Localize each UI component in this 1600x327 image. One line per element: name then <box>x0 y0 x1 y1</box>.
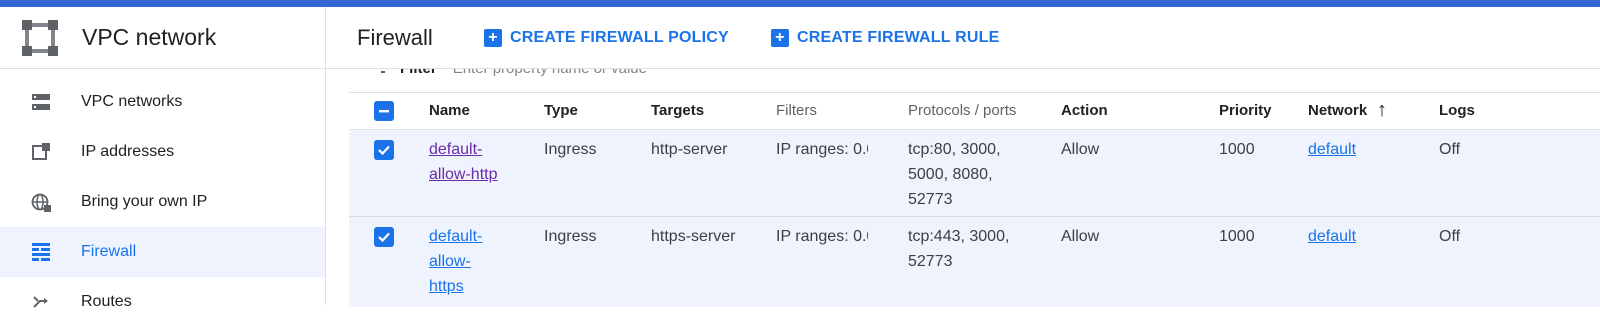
rule-type: Ingress <box>544 228 597 245</box>
routes-icon <box>30 291 52 313</box>
create-firewall-policy-button[interactable]: + CREATE FIREWALL POLICY <box>484 28 729 47</box>
rule-name-line: allow-http <box>429 166 498 183</box>
column-header-protocols: Protocols / ports <box>908 102 1017 119</box>
vpc-network-logo-icon <box>22 19 58 56</box>
globe-icon <box>30 191 52 213</box>
protocols-line: 52773 <box>908 253 953 270</box>
rule-protocols: tcp:443, 3000, 52773 <box>908 224 1009 274</box>
rule-targets: https-server <box>651 228 736 245</box>
sidebar-title: VPC network <box>82 24 217 50</box>
select-all-checkbox[interactable] <box>374 101 394 121</box>
row-checkbox[interactable] <box>374 227 394 247</box>
network-link[interactable]: default <box>1308 137 1356 162</box>
sidebar: VPC network VPC networks IP addresses Br… <box>0 7 326 310</box>
rule-action: Allow <box>1061 228 1100 245</box>
row-checkbox[interactable] <box>374 140 394 160</box>
column-header-targets[interactable]: Targets <box>651 102 704 119</box>
sidebar-item-label: IP addresses <box>81 143 175 160</box>
firewall-icon <box>30 241 52 263</box>
rule-action: Allow <box>1061 141 1100 158</box>
page-title: Firewall <box>357 24 433 50</box>
sidebar-item-vpc-networks[interactable]: VPC networks <box>0 77 325 127</box>
sidebar-item-label: Routes <box>81 293 132 310</box>
sidebar-header: VPC network <box>0 7 325 69</box>
rule-name-line: default- <box>429 141 483 158</box>
add-icon: + <box>770 28 789 47</box>
create-firewall-rule-button[interactable]: + CREATE FIREWALL RULE <box>770 28 1000 47</box>
firewall-rules-table: Name Type Targets Filters Protocols / po… <box>349 92 1600 307</box>
column-header-name[interactable]: Name <box>429 102 470 119</box>
rule-protocols: tcp:80, 3000, 5000, 8080, 52773 <box>908 137 1001 212</box>
column-header-network[interactable]: Network <box>1308 102 1367 119</box>
protocols-line: 5000, 8080, <box>908 166 993 183</box>
create-firewall-policy-label: CREATE FIREWALL POLICY <box>510 28 729 46</box>
add-icon: + <box>484 28 502 47</box>
rule-name-line: default- <box>429 228 483 245</box>
network-link[interactable]: default <box>1308 224 1356 249</box>
indeterminate-icon <box>379 110 389 113</box>
column-header-action[interactable]: Action <box>1061 102 1108 119</box>
rule-name-link[interactable]: default- allow- https <box>429 224 482 299</box>
top-accent-bar <box>0 0 1600 7</box>
rule-name-link[interactable]: default- allow-http <box>429 137 497 187</box>
sort-ascending-icon[interactable]: ↑ <box>1377 99 1387 122</box>
rule-logs: Off <box>1439 141 1461 158</box>
vpc-networks-icon <box>30 91 52 113</box>
column-header-logs[interactable]: Logs <box>1439 102 1475 119</box>
rule-priority: 1000 <box>1219 141 1255 158</box>
page-header: Firewall + CREATE FIREWALL POLICY + CREA… <box>326 7 1600 69</box>
sidebar-item-label: Bring your own IP <box>81 193 208 210</box>
protocols-line: 52773 <box>908 191 953 208</box>
sidebar-item-firewall[interactable]: Firewall <box>0 227 325 277</box>
column-header-priority[interactable]: Priority <box>1219 102 1272 119</box>
column-header-type[interactable]: Type <box>544 102 578 119</box>
create-firewall-rule-label: CREATE FIREWALL RULE <box>796 28 1000 46</box>
protocols-line: tcp:80, 3000, <box>908 141 1001 158</box>
sidebar-item-label: VPC networks <box>81 93 183 110</box>
table-header-row: Name Type Targets Filters Protocols / po… <box>349 92 1600 130</box>
rule-priority: 1000 <box>1219 228 1255 245</box>
rule-type: Ingress <box>544 141 597 158</box>
rule-targets: http-server <box>651 141 728 158</box>
ip-addresses-icon <box>30 141 52 163</box>
rule-name-line: allow- <box>429 253 471 270</box>
sidebar-item-bring-your-own-ip[interactable]: Bring your own IP <box>0 177 325 227</box>
sidebar-item-ip-addresses[interactable]: IP addresses <box>0 127 325 177</box>
protocols-line: tcp:443, 3000, <box>908 228 1010 245</box>
table-row[interactable]: default- allow-http Ingress http-server … <box>349 130 1600 217</box>
rule-name-line: https <box>429 278 464 295</box>
check-icon <box>378 232 390 243</box>
table-row[interactable]: default- allow- https Ingress https-serv… <box>349 217 1600 307</box>
check-icon <box>378 145 390 156</box>
rule-filters: IP ranges: 0.0 <box>776 141 868 158</box>
sidebar-item-routes[interactable]: Routes <box>0 277 325 327</box>
column-header-filters: Filters <box>776 102 817 119</box>
sidebar-item-label: Firewall <box>81 243 137 260</box>
rule-filters: IP ranges: 0.0 <box>776 228 868 245</box>
rule-logs: Off <box>1439 228 1461 245</box>
